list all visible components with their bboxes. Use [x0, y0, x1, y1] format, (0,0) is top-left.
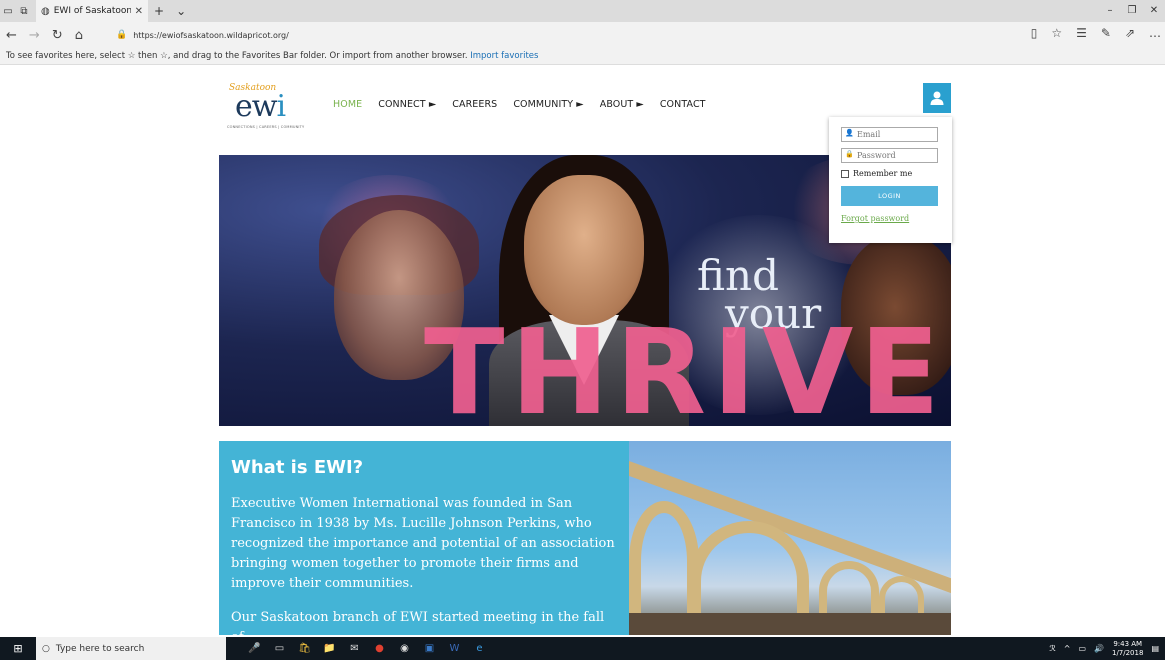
- back-icon[interactable]: ←: [6, 28, 17, 43]
- tray-chevron-icon[interactable]: ^: [1064, 644, 1071, 653]
- email-field[interactable]: [841, 127, 938, 142]
- tab-preview-chevron-icon[interactable]: ⌄: [170, 4, 192, 18]
- favorite-star-icon[interactable]: ☆: [1051, 26, 1062, 40]
- menu-item-connect[interactable]: CONNECT ►: [378, 99, 436, 110]
- email-field-wrapper: 👤: [841, 127, 940, 142]
- section-paragraph: Our Saskatoon branch of EWI started meet…: [231, 610, 605, 635]
- lock-small-icon: 🔒: [845, 150, 854, 158]
- forgot-password-link[interactable]: Forgot password: [841, 214, 940, 223]
- windows-start-icon[interactable]: ⊞: [0, 642, 36, 655]
- outlook-icon[interactable]: ▣: [423, 642, 436, 655]
- browser-nav-bar: ← → ↻ ⌂ 🔒 https://ewiofsaskatoon.wildapr…: [0, 22, 1165, 48]
- bridge-arch: [819, 561, 879, 621]
- bridge-image: [629, 441, 951, 635]
- logo-mark-ew: ew: [235, 89, 277, 124]
- ewi-logo[interactable]: Saskatoon ewi CONNECTIONS | CAREERS | CO…: [227, 83, 311, 135]
- password-field-wrapper: 🔒: [841, 148, 940, 163]
- mic-icon[interactable]: 🎤: [248, 642, 261, 655]
- what-is-ewi-section: What is EWI? Executive Women Internation…: [219, 441, 629, 635]
- pen-icon[interactable]: ✎: [1101, 26, 1111, 40]
- taskbar-search[interactable]: ○ Type here to search: [36, 637, 226, 660]
- tab-title: EWI of Saskatoon - Hon: [53, 6, 131, 16]
- clock-time: 9:43 AM: [1113, 639, 1143, 648]
- forward-icon[interactable]: →: [29, 28, 40, 43]
- main-menu: HOME CONNECT ► CAREERS COMMUNITY ► ABOUT…: [333, 99, 706, 110]
- word-icon[interactable]: W: [448, 642, 461, 655]
- menu-item-community[interactable]: COMMUNITY ►: [513, 99, 583, 110]
- section-title: What is EWI?: [231, 457, 364, 478]
- menu-item-careers[interactable]: CAREERS: [452, 99, 497, 110]
- taskbar-search-placeholder: Type here to search: [55, 643, 145, 654]
- action-center-icon[interactable]: ▤: [1151, 644, 1159, 653]
- windows-taskbar: ⊞ ○ Type here to search 🎤 ▭ 🛍 📁 ✉ ● ◉ ▣ …: [0, 637, 1165, 660]
- refresh-icon[interactable]: ↻: [52, 28, 63, 43]
- login-button[interactable]: LOGIN: [841, 186, 938, 206]
- bridge-ground: [629, 613, 951, 635]
- system-tray: ℛ ^ ▭ 🔊 9:43 AM 1/7/2018 ▤: [1049, 637, 1159, 660]
- remember-me-label: Remember me: [853, 169, 913, 178]
- clock-date: 1/7/2018: [1111, 648, 1144, 657]
- remember-me[interactable]: Remember me: [841, 169, 940, 178]
- volume-icon[interactable]: 🔊: [1094, 644, 1104, 653]
- edge-icon[interactable]: e: [473, 642, 486, 655]
- mail-icon[interactable]: ✉: [348, 642, 361, 655]
- hero-thrive: THRIVE: [424, 303, 946, 426]
- import-favorites-link[interactable]: Import favorites: [470, 51, 538, 61]
- menu-item-home[interactable]: HOME: [333, 99, 362, 110]
- home-icon[interactable]: ⌂: [75, 28, 83, 43]
- minimize-icon[interactable]: –: [1099, 0, 1121, 22]
- logo-mark-i: i: [276, 89, 286, 124]
- logo-mark: ewi: [235, 89, 286, 124]
- restore-icon[interactable]: ❐: [1121, 0, 1143, 22]
- network-icon[interactable]: ▭: [1078, 644, 1086, 653]
- web-page: Saskatoon ewi CONNECTIONS | CAREERS | CO…: [0, 65, 1165, 635]
- new-tab-button[interactable]: +: [148, 4, 170, 18]
- browser-toolbar-right: ▯ ☆ ☰ ✎ ⇗ …: [1031, 26, 1161, 40]
- menu-item-contact[interactable]: CONTACT: [660, 99, 706, 110]
- favorites-bar: To see favorites here, select ☆ then ☆, …: [0, 48, 1165, 65]
- password-field[interactable]: [841, 148, 938, 163]
- browser-tab-bar: ▭ ⧉ ◍ EWI of Saskatoon - Hon ✕ + ⌄ – ❐ ✕: [0, 0, 1165, 22]
- menu-item-about[interactable]: ABOUT ►: [600, 99, 644, 110]
- browser-tab[interactable]: ◍ EWI of Saskatoon - Hon ✕: [36, 0, 148, 22]
- remember-me-checkbox[interactable]: [841, 169, 849, 178]
- globe-icon: ◍: [41, 5, 50, 17]
- close-window-icon[interactable]: ✕: [1143, 0, 1165, 22]
- favorites-hint: To see favorites here, select ☆ then ☆, …: [6, 51, 468, 61]
- more-icon[interactable]: …: [1149, 26, 1161, 40]
- tab-aside-icon[interactable]: ⧉: [16, 0, 32, 22]
- share-icon[interactable]: ⇗: [1125, 26, 1135, 40]
- people-icon[interactable]: ℛ: [1049, 644, 1055, 653]
- clock[interactable]: 9:43 AM 1/7/2018: [1112, 640, 1143, 658]
- lock-icon: 🔒: [116, 30, 128, 40]
- task-view-icon[interactable]: ▭: [273, 642, 286, 655]
- cortana-icon: ○: [42, 643, 50, 654]
- user-small-icon: 👤: [845, 129, 854, 137]
- reading-view-icon[interactable]: ▯: [1031, 26, 1038, 40]
- user-login-button[interactable]: [923, 83, 951, 113]
- section-paragraph: Executive Women International was founde…: [231, 496, 615, 591]
- app-icon[interactable]: ◉: [398, 642, 411, 655]
- user-icon: [930, 91, 944, 105]
- address-bar[interactable]: 🔒 https://ewiofsaskatoon.wildapricot.org…: [116, 26, 1016, 44]
- chrome-icon[interactable]: ●: [373, 642, 386, 655]
- login-dropdown: 👤 🔒 Remember me LOGIN Forgot password: [829, 117, 952, 243]
- file-explorer-icon[interactable]: 📁: [323, 642, 336, 655]
- close-tab-icon[interactable]: ✕: [135, 6, 143, 17]
- taskbar-apps: 🎤 ▭ 🛍 📁 ✉ ● ◉ ▣ W e: [248, 642, 486, 655]
- favorites-hub-icon[interactable]: ☰: [1076, 26, 1087, 40]
- logo-tagline: CONNECTIONS | CAREERS | COMMUNITY: [227, 125, 305, 129]
- url-text: https://ewiofsaskatoon.wildapricot.org/: [133, 30, 289, 40]
- tab-manager-icon[interactable]: ▭: [0, 0, 16, 22]
- window-controls: – ❐ ✕: [1099, 0, 1165, 22]
- store-icon[interactable]: 🛍: [298, 642, 311, 655]
